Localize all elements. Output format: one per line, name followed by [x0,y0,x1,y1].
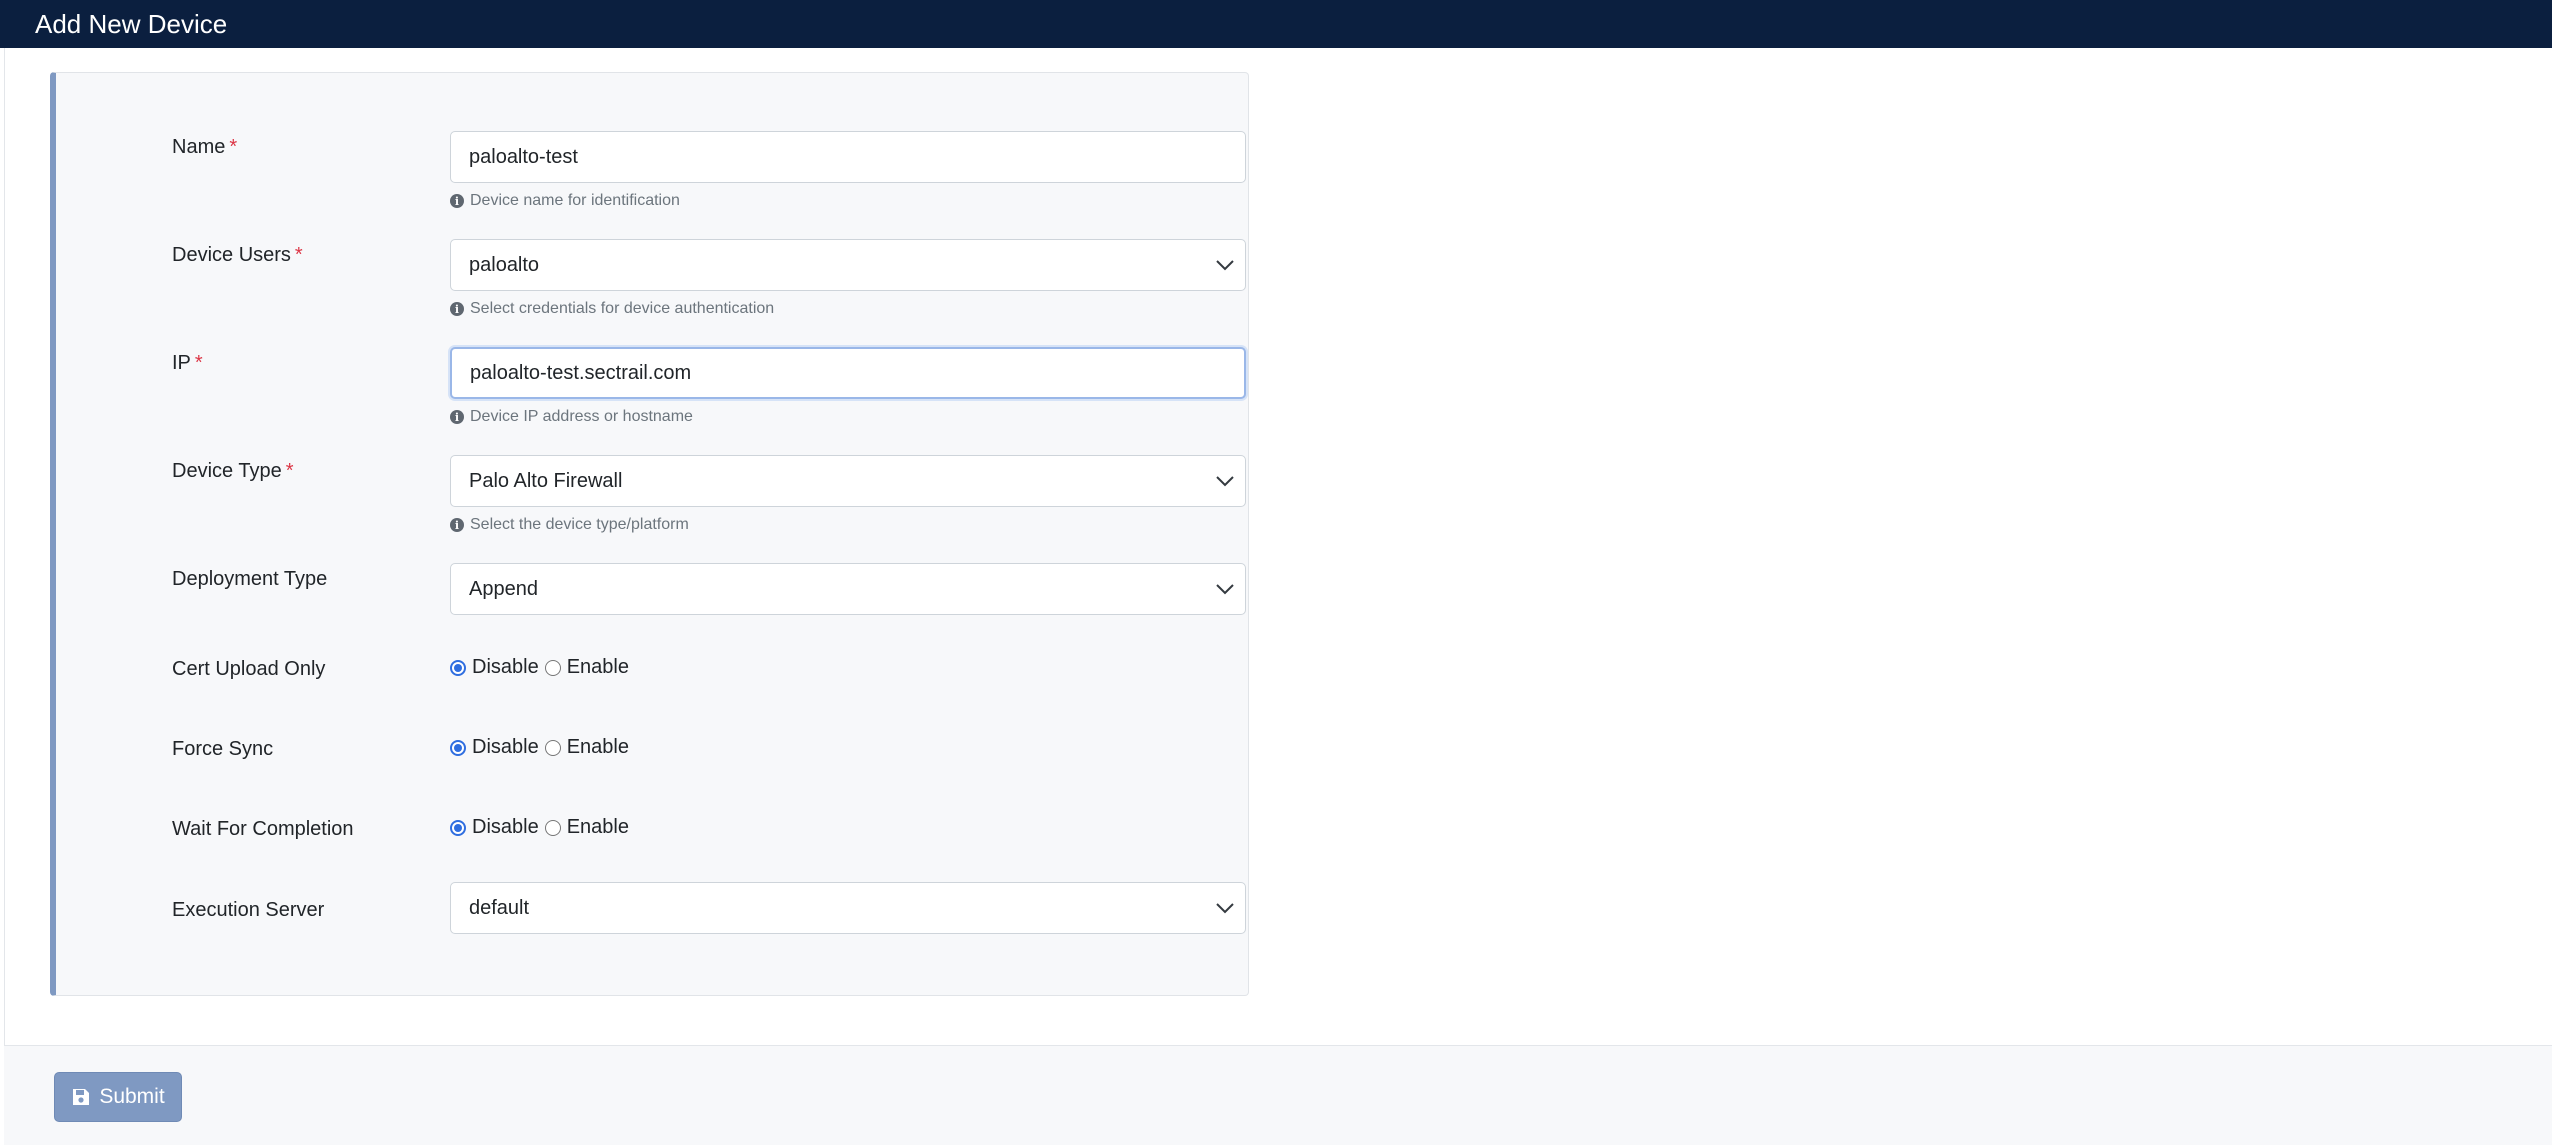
submit-button-label: Submit [99,1085,165,1108]
radio-label: Enable [566,736,629,758]
deployment-type-select-value: Append [469,577,538,600]
wait-for-completion-enable-radio[interactable] [544,819,561,836]
deployment-type-label: Deployment Type [172,568,328,590]
device-type-label: Device Type * [172,460,294,482]
name-label: Name * [172,136,238,158]
execution-server-select[interactable]: default [450,882,1246,934]
chevron-down-icon [1216,260,1234,271]
chevron-down-icon [1216,476,1234,487]
form-footer: Submit [4,1045,2552,1145]
force-sync-disable-radio[interactable] [450,739,466,756]
device-users-help: i Select credentials for device authenti… [450,300,774,318]
name-help: i Device name for identification [450,192,680,210]
device-type-select[interactable]: Palo Alto Firewall [450,455,1246,507]
page-title: Add New Device [35,9,228,39]
radio-label: Disable [472,656,539,678]
device-type-select-value: Palo Alto Firewall [469,469,623,492]
device-users-label: Device Users * [172,244,303,266]
wait-for-completion-radio-group: Disable Enable [450,816,635,839]
required-marker: * [229,136,238,158]
chevron-down-icon [1216,903,1234,914]
radio-label: Enable [566,656,629,678]
device-form-panel: Name * paloalto-test i Device name for id… [50,72,1249,996]
device-users-select-value: paloalto [469,253,540,276]
info-icon: i [450,302,464,316]
device-users-select[interactable]: paloalto [450,239,1246,291]
cert-upload-only-enable-radio[interactable] [544,659,561,676]
info-icon: i [450,410,464,424]
cert-upload-only-label: Cert Upload Only [172,658,326,680]
name-input-value: paloalto-test [469,145,578,168]
submit-button[interactable]: Submit [54,1072,182,1122]
chevron-down-icon [1216,584,1234,595]
ip-help: i Device IP address or hostname [450,408,693,426]
required-marker: * [194,352,203,374]
radio-label: Enable [566,816,629,838]
device-type-help: i Select the device type/platform [450,516,689,534]
force-sync-enable-radio[interactable] [544,739,561,756]
ip-label: IP * [172,352,203,374]
info-icon: i [450,194,464,208]
name-input[interactable]: paloalto-test [450,131,1246,183]
radio-label: Disable [472,736,539,758]
execution-server-label: Execution Server [172,899,325,921]
page-header: Add New Device [0,0,2552,48]
info-icon: i [450,518,464,532]
ip-input[interactable]: paloalto-test.sectrail.com [450,347,1246,399]
execution-server-select-value: default [469,896,530,919]
cert-upload-only-radio-group: Disable Enable [450,656,635,679]
wait-for-completion-label: Wait For Completion [172,818,354,840]
save-icon [73,1089,90,1105]
cert-upload-only-disable-radio[interactable] [450,659,466,676]
radio-label: Disable [472,816,539,838]
force-sync-radio-group: Disable Enable [450,736,635,759]
force-sync-label: Force Sync [172,738,274,760]
deployment-type-select[interactable]: Append [450,563,1246,615]
required-marker: * [294,244,303,266]
required-marker: * [285,460,294,482]
wait-for-completion-disable-radio[interactable] [450,819,466,836]
ip-input-value: paloalto-test.sectrail.com [470,361,692,384]
